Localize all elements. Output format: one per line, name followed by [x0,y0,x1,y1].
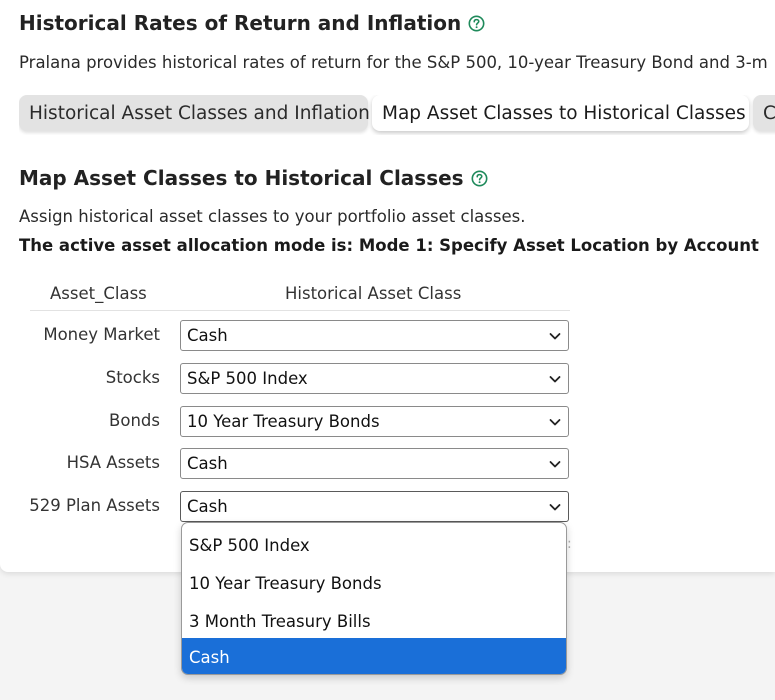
dropdown-option-3mo-treasury-bills[interactable]: 3 Month Treasury Bills [182,602,566,640]
select-money-market[interactable]: Cash [180,320,569,351]
row-label-bonds: Bonds [109,411,160,430]
page-header: Historical Rates of Return and Inflation [19,11,485,35]
select-bonds[interactable]: 10 Year Treasury Bonds [180,406,569,437]
select-value: S&P 500 Index [187,369,308,388]
help-icon[interactable] [468,15,485,32]
tab-label: C [763,102,775,124]
chevron-down-icon [549,504,561,511]
chevron-down-icon [549,461,561,468]
select-value: Cash [187,326,228,345]
allocation-mode-text: The active asset allocation mode is: Mod… [19,236,759,255]
header-divider [30,310,570,311]
dropdown-option-sp500[interactable]: S&P 500 Index [182,526,566,564]
section-header: Map Asset Classes to Historical Classes [19,166,488,190]
help-icon[interactable] [471,170,488,187]
dropdown-option-cash[interactable]: Cash [182,638,566,674]
select-stocks[interactable]: S&P 500 Index [180,363,569,394]
main-card: Historical Rates of Return and Inflation… [0,0,775,572]
select-value: Cash [187,497,228,516]
chevron-down-icon [549,333,561,340]
select-hsa-assets[interactable]: Cash [180,448,569,479]
assign-instructions: Assign historical asset classes to your … [19,207,526,226]
dropdown-option-10yr-treasury-bonds[interactable]: 10 Year Treasury Bonds [182,564,566,602]
obscured-text-fragment: : [567,536,572,552]
row-label-529-plan-assets: 529 Plan Assets [29,496,160,515]
page-description: Pralana provides historical rates of ret… [19,53,768,72]
row-label-money-market: Money Market [43,325,160,344]
tab-bar: Historical Asset Classes and Inflation M… [19,95,775,135]
select-529-plan-assets[interactable]: Cash [180,491,569,522]
tab-next-partial[interactable]: C [753,95,775,131]
select-value: Cash [187,454,228,473]
select-value: 10 Year Treasury Bonds [187,412,380,431]
tab-label: Map Asset Classes to Historical Classes [382,102,746,124]
column-header-historical-asset-class: Historical Asset Class [285,284,462,303]
dropdown-options-list: S&P 500 Index 10 Year Treasury Bonds 3 M… [181,522,567,675]
chevron-down-icon [549,376,561,383]
section-title: Map Asset Classes to Historical Classes [19,166,464,190]
row-label-hsa-assets: HSA Assets [66,453,160,472]
tab-map-asset-classes[interactable]: Map Asset Classes to Historical Classes [372,95,749,131]
tab-label: Historical Asset Classes and Inflation [29,102,370,124]
row-label-stocks: Stocks [105,368,160,387]
column-header-asset-class: Asset_Class [50,284,147,303]
chevron-down-icon [549,419,561,426]
page-title: Historical Rates of Return and Inflation [19,11,462,35]
tab-historical-asset-classes-and-inflation[interactable]: Historical Asset Classes and Inflation [19,95,370,131]
